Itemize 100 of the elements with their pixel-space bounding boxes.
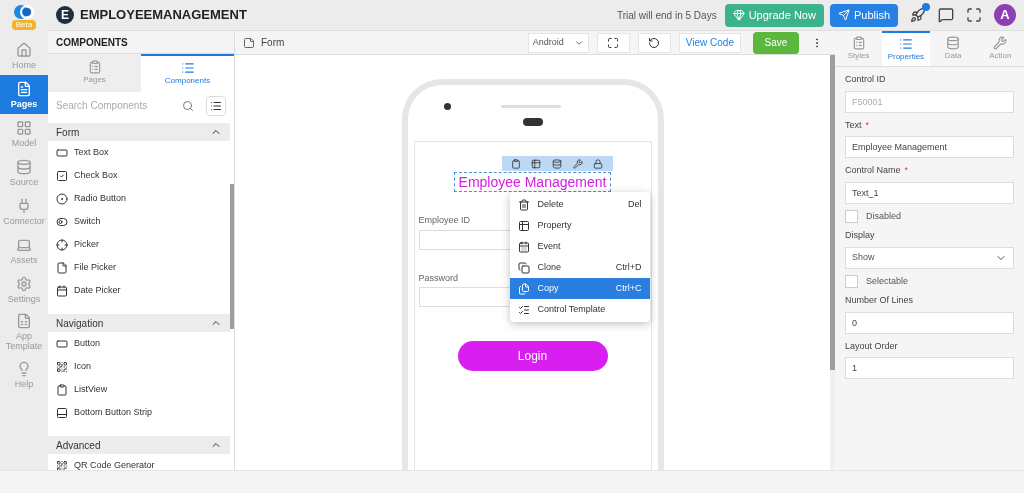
menu-item[interactable]: Event — [509, 236, 650, 257]
device-select[interactable]: Android — [527, 32, 589, 53]
search-box[interactable]: Search Components — [48, 92, 234, 119]
logo-icon — [13, 4, 35, 20]
calendar-icon — [56, 284, 68, 297]
textbox-icon — [56, 146, 68, 159]
table-icon — [517, 219, 530, 232]
clipboard-icon — [87, 60, 102, 74]
menu-item[interactable]: Property — [509, 215, 650, 236]
menu-item[interactable]: Control Template — [509, 299, 650, 320]
app-initial-icon: E — [56, 6, 74, 24]
template-icon — [16, 313, 32, 329]
grid-pattern-icon — [56, 360, 68, 373]
section-header[interactable]: Form — [48, 123, 230, 141]
trash-icon — [517, 198, 530, 211]
menu-item[interactable]: Delete Del — [509, 194, 650, 215]
input-field[interactable]: 0 — [845, 311, 1014, 334]
menu-item[interactable]: Clone Ctrl+D — [509, 257, 650, 278]
lightbulb-icon — [16, 360, 32, 377]
component-item[interactable]: Picker — [48, 233, 230, 256]
component-item[interactable]: Check Box — [48, 164, 230, 187]
crosshair-icon — [56, 238, 68, 251]
database-icon — [946, 35, 961, 50]
input-field[interactable]: 1 — [845, 357, 1014, 379]
page-icon — [243, 36, 255, 49]
publish-button[interactable]: Publish — [829, 3, 898, 27]
component-item[interactable]: ListView — [48, 378, 230, 401]
field-label: Text — [845, 118, 862, 132]
clipboard-icon — [851, 35, 866, 50]
radio-icon — [56, 192, 68, 205]
undo-icon — [648, 36, 661, 49]
clipboard-icon — [510, 158, 521, 169]
component-item[interactable]: Date Picker — [48, 279, 230, 302]
app-title: EMPLOYEEMANAGEMENT — [80, 6, 247, 25]
menu-item[interactable]: Copy Ctrl+C — [509, 278, 650, 299]
field-label: Number Of Lines — [845, 294, 914, 307]
component-item[interactable]: Radio Button — [48, 187, 230, 210]
file-icon — [56, 261, 68, 274]
field-label: Control Name — [845, 164, 901, 177]
input-field[interactable]: Text_1 — [845, 181, 1014, 204]
copy-icon — [517, 282, 530, 295]
field-label: Password — [418, 271, 458, 285]
component-item[interactable]: Bottom Button Strip — [48, 401, 230, 424]
bottom-strip-icon — [56, 406, 68, 419]
list-icon — [210, 99, 222, 112]
list-icon — [180, 61, 195, 75]
undo-button[interactable] — [637, 32, 671, 53]
field-label: Layout Order — [845, 339, 898, 353]
expand-button[interactable] — [596, 32, 630, 53]
login-button[interactable]: Login — [457, 341, 608, 371]
home-icon — [16, 41, 32, 58]
field-label: Employee ID — [418, 214, 471, 227]
field-label: Control ID — [845, 73, 886, 86]
select-field[interactable]: Show — [845, 246, 1014, 269]
tools-icon — [993, 35, 1008, 50]
component-item[interactable]: Icon — [48, 355, 230, 378]
tools-icon — [572, 158, 583, 169]
clone-icon — [517, 261, 530, 274]
panel-tab[interactable]: Components — [141, 54, 234, 92]
beta-badge: Beta — [11, 20, 37, 30]
search-icon — [182, 99, 194, 112]
component-item[interactable]: Switch — [48, 210, 230, 233]
lock-icon — [593, 158, 604, 169]
required-mark: * — [865, 118, 870, 132]
grid-icon — [16, 119, 32, 136]
chat-icon — [938, 7, 954, 23]
database-icon — [552, 158, 563, 169]
chat-button[interactable] — [938, 7, 954, 23]
list-view-button[interactable] — [206, 95, 226, 116]
view-code-button[interactable]: View Code — [678, 32, 741, 53]
component-item[interactable]: File Picker — [48, 256, 230, 279]
list-icon — [517, 303, 530, 316]
scrollbar[interactable] — [230, 184, 234, 329]
sensor-pill — [522, 118, 543, 126]
expand-icon — [607, 36, 620, 49]
component-item[interactable]: QR Code Generator — [48, 454, 230, 470]
checkbox[interactable] — [845, 209, 858, 223]
section-header[interactable]: Navigation — [48, 314, 230, 332]
rocket-icon — [910, 7, 926, 23]
fullscreen-button[interactable] — [966, 7, 982, 23]
checkbox-icon — [56, 169, 68, 182]
toggle-icon — [56, 215, 68, 228]
calendar-icon — [517, 240, 530, 253]
avatar[interactable]: A — [994, 4, 1016, 26]
search-field[interactable]: Search Components — [56, 98, 182, 113]
list-icon — [898, 36, 913, 51]
component-item[interactable]: Text Box — [48, 141, 230, 164]
component-item[interactable]: Button — [48, 332, 230, 355]
page-title: Form — [261, 36, 285, 50]
field-label: Display — [845, 229, 876, 242]
checkbox[interactable] — [845, 274, 858, 288]
clipboard-icon — [56, 383, 68, 396]
scrollbar[interactable] — [830, 55, 835, 370]
nav-item[interactable]: Pages — [0, 75, 48, 114]
properties-tab[interactable]: Properties — [882, 31, 930, 66]
fullscreen-icon — [966, 7, 982, 23]
section-header[interactable]: Advanced — [48, 436, 230, 454]
trial-text: Trial will end in 5 Days — [617, 8, 717, 23]
input-field[interactable]: Employee Management — [845, 136, 1014, 158]
checkbox-label: Disabled — [866, 209, 902, 223]
